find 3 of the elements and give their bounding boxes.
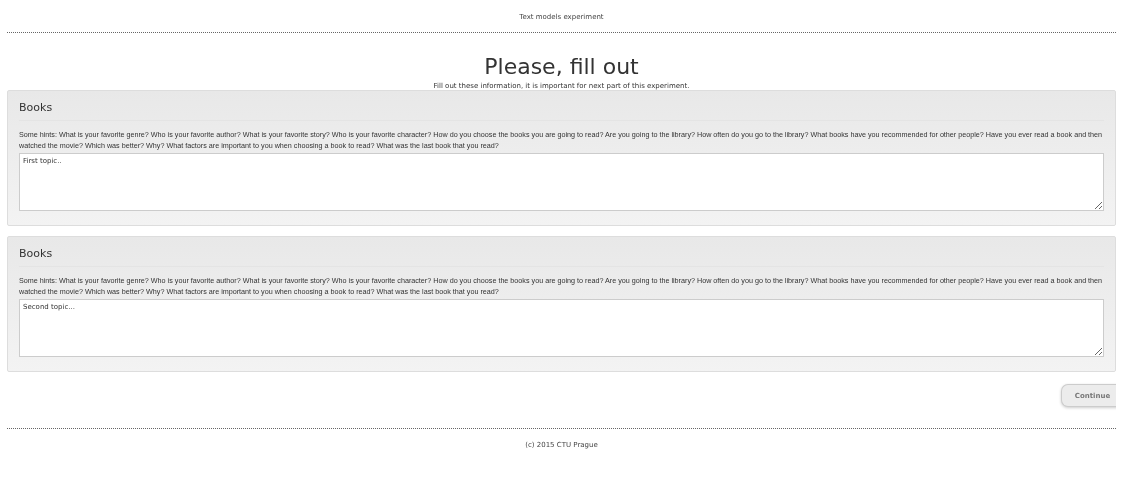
panel-title: Books (19, 247, 1104, 267)
panel-title: Books (19, 101, 1104, 121)
page-heading: Please, fill out (483, 55, 640, 79)
